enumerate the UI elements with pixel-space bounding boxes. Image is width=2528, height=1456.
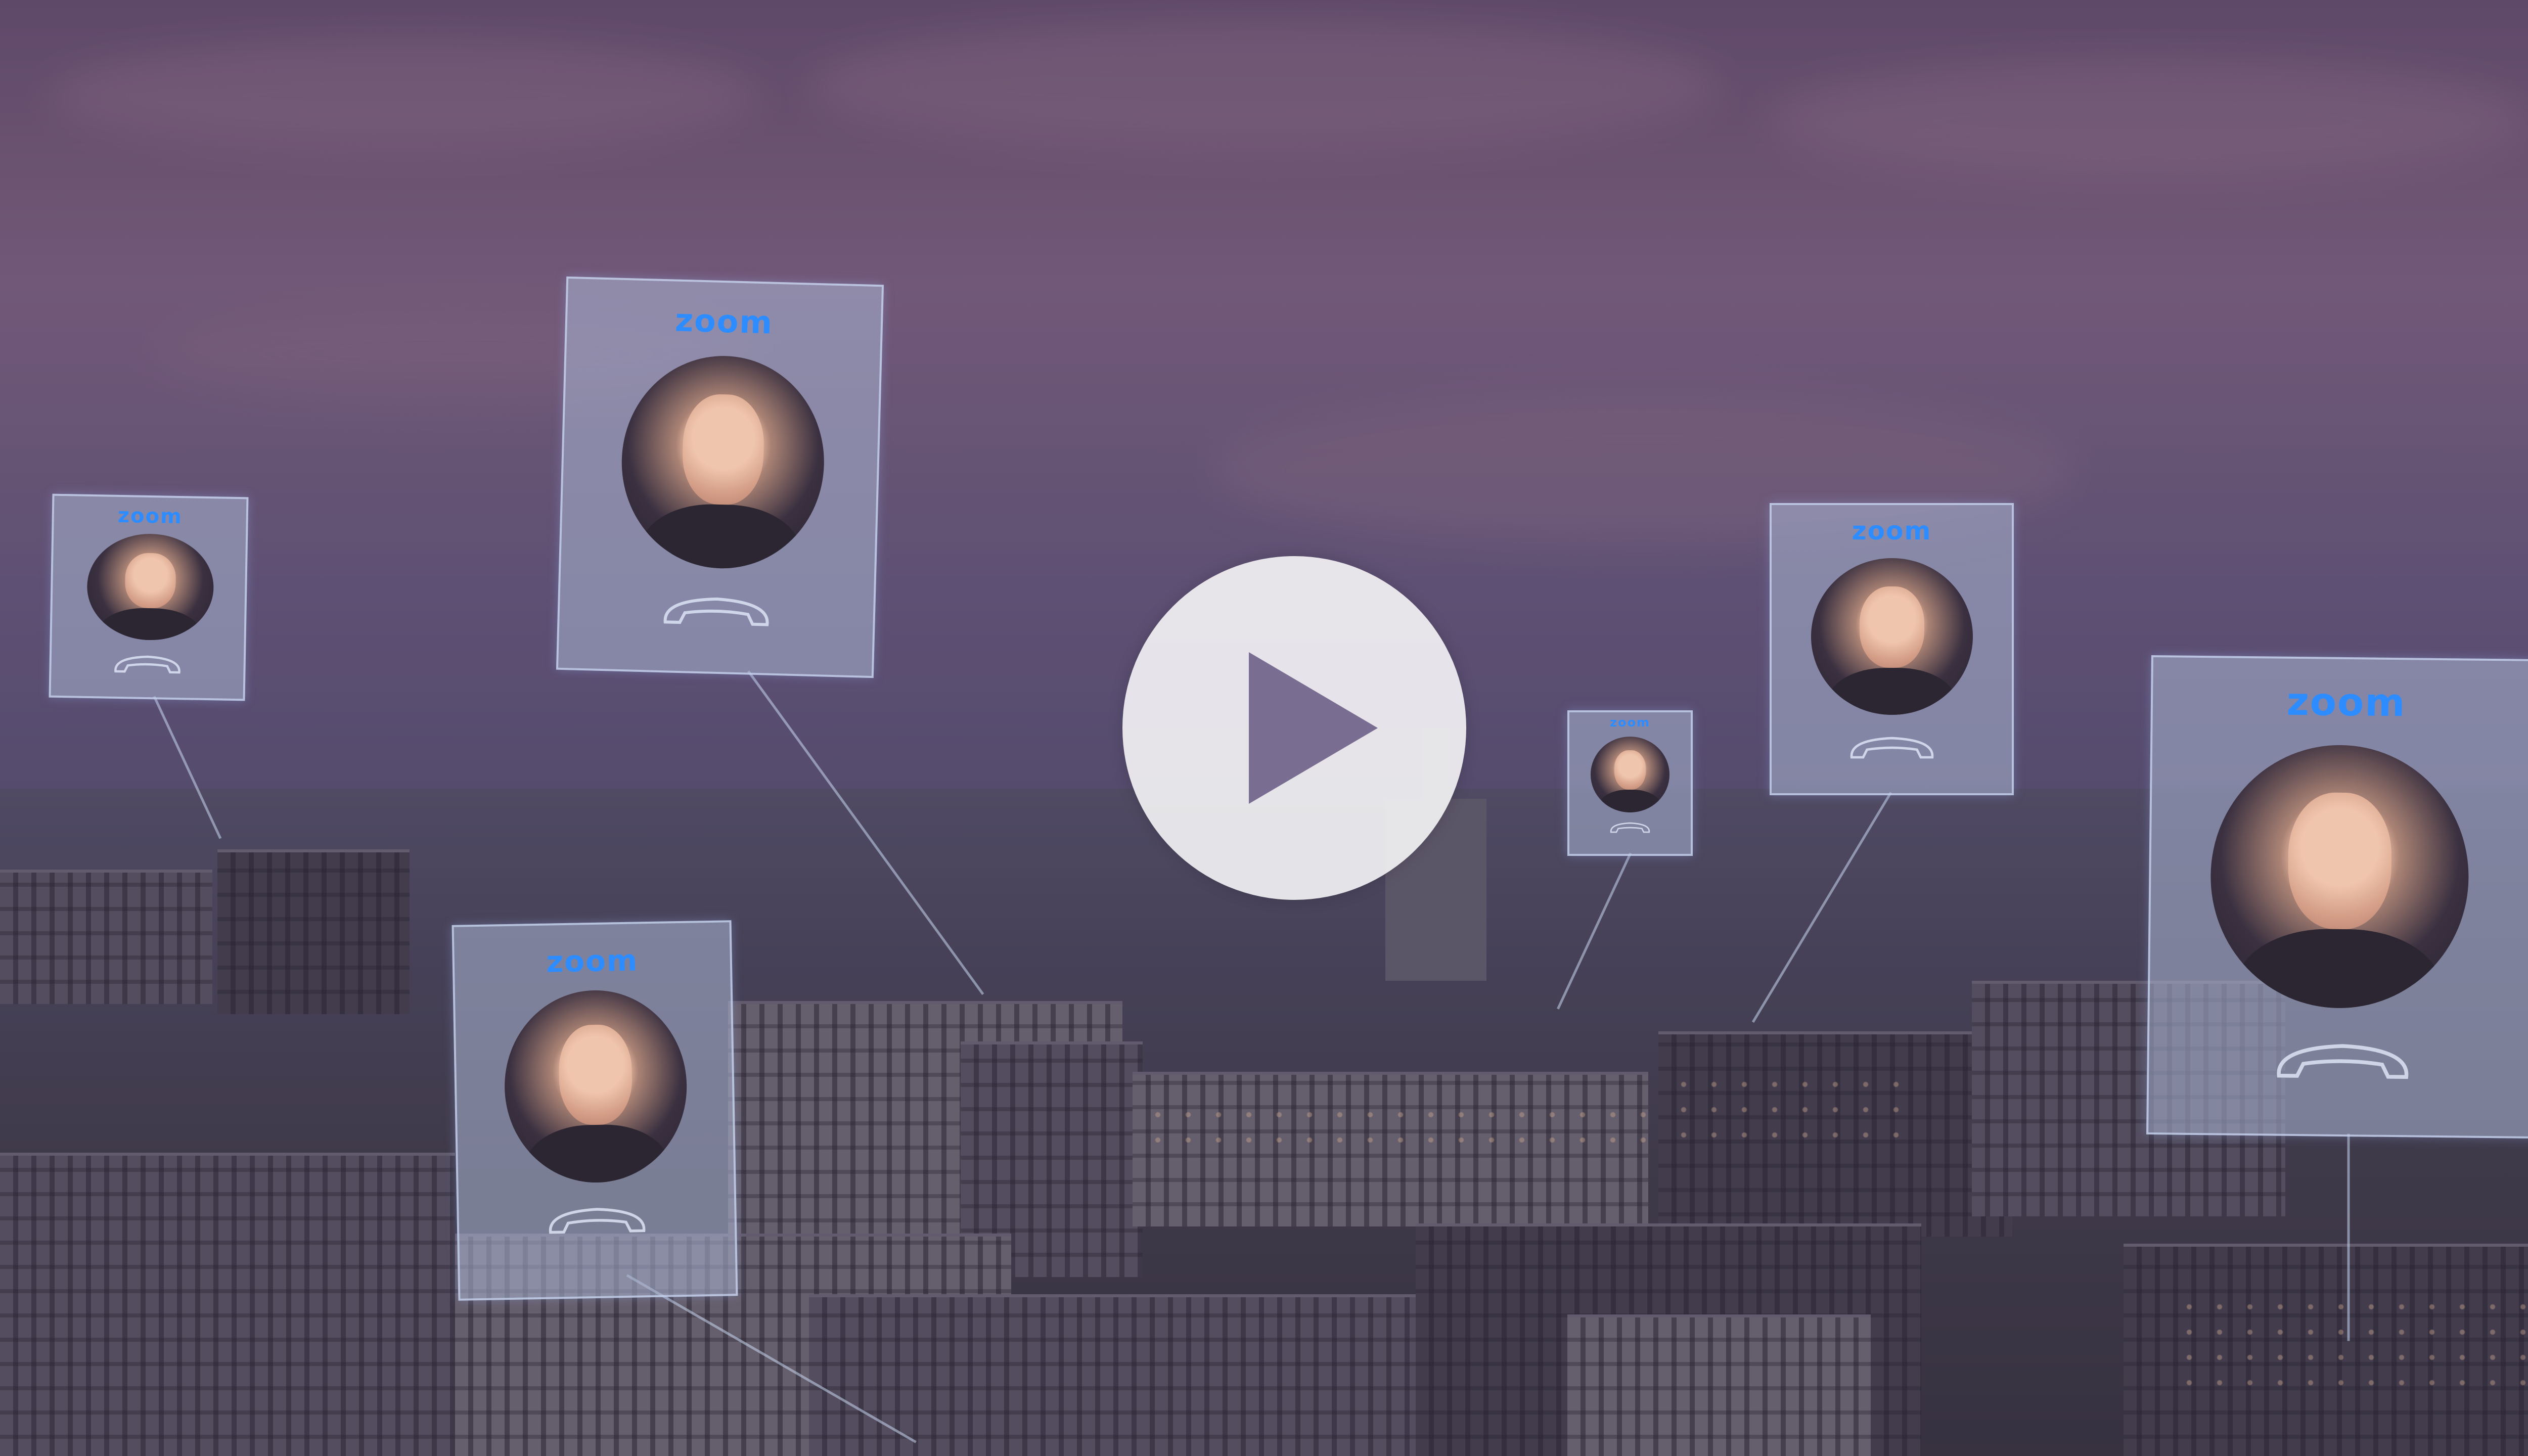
participant-avatar [1591, 737, 1669, 812]
zoom-logo: zoom [1610, 715, 1650, 730]
connector-line [2347, 1133, 2350, 1341]
zoom-call-card[interactable]: zoom [2146, 655, 2528, 1139]
play-button[interactable] [1122, 556, 1466, 900]
zoom-logo: zoom [2286, 678, 2406, 725]
zoom-call-card[interactable]: zoom [49, 493, 249, 701]
phone-handset-icon[interactable] [51, 648, 244, 684]
participant-avatar [503, 988, 689, 1185]
participant-avatar [619, 353, 827, 571]
phone-handset-icon[interactable] [2149, 1026, 2528, 1098]
zoom-call-card[interactable]: zoom [556, 276, 884, 678]
zoom-logo: zoom [674, 301, 774, 341]
phone-handset-icon[interactable] [1569, 818, 1691, 839]
phone-handset-icon[interactable] [559, 582, 874, 643]
zoom-logo: zoom [546, 943, 639, 979]
zoom-call-card[interactable]: zoom [452, 920, 738, 1301]
participant-avatar [2209, 744, 2470, 1010]
zoom-logo: zoom [1852, 516, 1932, 545]
zoom-logo: zoom [117, 504, 183, 529]
phone-handset-icon[interactable] [459, 1195, 735, 1247]
play-icon [1249, 652, 1378, 804]
participant-avatar [86, 532, 215, 642]
participant-avatar [1811, 558, 1973, 715]
video-poster: zoom zoom zoom zoom zoom zoom [0, 0, 2528, 1456]
zoom-call-card[interactable]: zoom [1567, 710, 1693, 856]
phone-handset-icon[interactable] [1772, 727, 2012, 770]
zoom-call-card[interactable]: zoom [1770, 503, 2014, 795]
